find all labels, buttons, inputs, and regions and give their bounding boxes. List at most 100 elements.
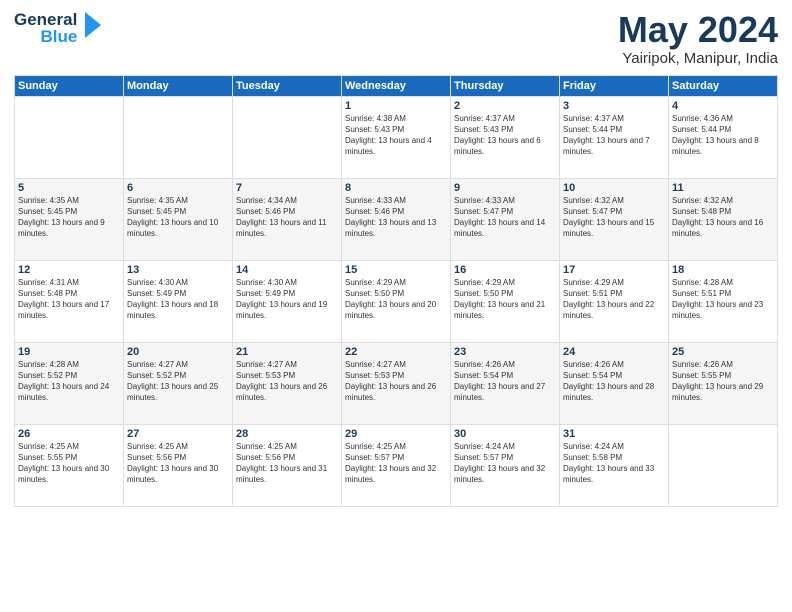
col-sunday: Sunday bbox=[15, 75, 124, 96]
day-info: Sunrise: 4:26 AMSunset: 5:54 PMDaylight:… bbox=[563, 359, 665, 404]
logo: General Blue bbox=[14, 10, 105, 45]
day-number: 4 bbox=[672, 100, 774, 112]
day-cell bbox=[15, 96, 124, 178]
day-info: Sunrise: 4:24 AMSunset: 5:58 PMDaylight:… bbox=[563, 441, 665, 486]
logo-icon bbox=[81, 10, 105, 45]
day-number: 25 bbox=[672, 346, 774, 358]
day-number: 2 bbox=[454, 100, 556, 112]
day-cell: 11Sunrise: 4:32 AMSunset: 5:48 PMDayligh… bbox=[669, 178, 778, 260]
location: Yairipok, Manipur, India bbox=[618, 50, 778, 67]
day-info: Sunrise: 4:31 AMSunset: 5:48 PMDaylight:… bbox=[18, 277, 120, 322]
day-cell: 14Sunrise: 4:30 AMSunset: 5:49 PMDayligh… bbox=[233, 260, 342, 342]
day-number: 8 bbox=[345, 182, 447, 194]
day-number: 17 bbox=[563, 264, 665, 276]
day-info: Sunrise: 4:38 AMSunset: 5:43 PMDaylight:… bbox=[345, 113, 447, 158]
day-number: 31 bbox=[563, 428, 665, 440]
day-cell: 13Sunrise: 4:30 AMSunset: 5:49 PMDayligh… bbox=[124, 260, 233, 342]
header-row: Sunday Monday Tuesday Wednesday Thursday… bbox=[15, 75, 778, 96]
day-info: Sunrise: 4:26 AMSunset: 5:54 PMDaylight:… bbox=[454, 359, 556, 404]
day-cell: 18Sunrise: 4:28 AMSunset: 5:51 PMDayligh… bbox=[669, 260, 778, 342]
day-info: Sunrise: 4:32 AMSunset: 5:47 PMDaylight:… bbox=[563, 195, 665, 240]
month-title: May 2024 bbox=[618, 10, 778, 50]
day-info: Sunrise: 4:32 AMSunset: 5:48 PMDaylight:… bbox=[672, 195, 774, 240]
day-cell: 21Sunrise: 4:27 AMSunset: 5:53 PMDayligh… bbox=[233, 342, 342, 424]
day-info: Sunrise: 4:25 AMSunset: 5:56 PMDaylight:… bbox=[127, 441, 229, 486]
day-info: Sunrise: 4:34 AMSunset: 5:46 PMDaylight:… bbox=[236, 195, 338, 240]
day-cell: 23Sunrise: 4:26 AMSunset: 5:54 PMDayligh… bbox=[451, 342, 560, 424]
col-wednesday: Wednesday bbox=[342, 75, 451, 96]
day-number: 14 bbox=[236, 264, 338, 276]
day-info: Sunrise: 4:27 AMSunset: 5:53 PMDaylight:… bbox=[345, 359, 447, 404]
day-number: 11 bbox=[672, 182, 774, 194]
day-number: 23 bbox=[454, 346, 556, 358]
day-cell bbox=[124, 96, 233, 178]
day-cell: 2Sunrise: 4:37 AMSunset: 5:43 PMDaylight… bbox=[451, 96, 560, 178]
day-info: Sunrise: 4:28 AMSunset: 5:52 PMDaylight:… bbox=[18, 359, 120, 404]
day-info: Sunrise: 4:36 AMSunset: 5:44 PMDaylight:… bbox=[672, 113, 774, 158]
day-number: 22 bbox=[345, 346, 447, 358]
day-cell: 16Sunrise: 4:29 AMSunset: 5:50 PMDayligh… bbox=[451, 260, 560, 342]
day-cell: 5Sunrise: 4:35 AMSunset: 5:45 PMDaylight… bbox=[15, 178, 124, 260]
col-monday: Monday bbox=[124, 75, 233, 96]
day-number: 29 bbox=[345, 428, 447, 440]
col-saturday: Saturday bbox=[669, 75, 778, 96]
calendar-container: General Blue May 2024 Yairipok, Manipur,… bbox=[0, 0, 792, 612]
calendar-table: Sunday Monday Tuesday Wednesday Thursday… bbox=[14, 75, 778, 507]
col-thursday: Thursday bbox=[451, 75, 560, 96]
day-number: 3 bbox=[563, 100, 665, 112]
day-cell: 25Sunrise: 4:26 AMSunset: 5:55 PMDayligh… bbox=[669, 342, 778, 424]
week-row-1: 1Sunrise: 4:38 AMSunset: 5:43 PMDaylight… bbox=[15, 96, 778, 178]
day-cell: 26Sunrise: 4:25 AMSunset: 5:55 PMDayligh… bbox=[15, 424, 124, 506]
logo-general: General bbox=[14, 11, 77, 28]
day-cell: 15Sunrise: 4:29 AMSunset: 5:50 PMDayligh… bbox=[342, 260, 451, 342]
day-cell: 9Sunrise: 4:33 AMSunset: 5:47 PMDaylight… bbox=[451, 178, 560, 260]
day-cell: 27Sunrise: 4:25 AMSunset: 5:56 PMDayligh… bbox=[124, 424, 233, 506]
day-cell: 7Sunrise: 4:34 AMSunset: 5:46 PMDaylight… bbox=[233, 178, 342, 260]
day-info: Sunrise: 4:25 AMSunset: 5:56 PMDaylight:… bbox=[236, 441, 338, 486]
day-info: Sunrise: 4:30 AMSunset: 5:49 PMDaylight:… bbox=[127, 277, 229, 322]
day-cell: 12Sunrise: 4:31 AMSunset: 5:48 PMDayligh… bbox=[15, 260, 124, 342]
day-number: 30 bbox=[454, 428, 556, 440]
day-cell: 30Sunrise: 4:24 AMSunset: 5:57 PMDayligh… bbox=[451, 424, 560, 506]
col-tuesday: Tuesday bbox=[233, 75, 342, 96]
day-info: Sunrise: 4:29 AMSunset: 5:50 PMDaylight:… bbox=[454, 277, 556, 322]
day-number: 18 bbox=[672, 264, 774, 276]
day-cell: 8Sunrise: 4:33 AMSunset: 5:46 PMDaylight… bbox=[342, 178, 451, 260]
day-info: Sunrise: 4:30 AMSunset: 5:49 PMDaylight:… bbox=[236, 277, 338, 322]
week-row-4: 19Sunrise: 4:28 AMSunset: 5:52 PMDayligh… bbox=[15, 342, 778, 424]
title-block: May 2024 Yairipok, Manipur, India bbox=[618, 10, 778, 67]
day-number: 16 bbox=[454, 264, 556, 276]
day-info: Sunrise: 4:29 AMSunset: 5:50 PMDaylight:… bbox=[345, 277, 447, 322]
day-number: 7 bbox=[236, 182, 338, 194]
week-row-3: 12Sunrise: 4:31 AMSunset: 5:48 PMDayligh… bbox=[15, 260, 778, 342]
day-info: Sunrise: 4:28 AMSunset: 5:51 PMDaylight:… bbox=[672, 277, 774, 322]
day-info: Sunrise: 4:24 AMSunset: 5:57 PMDaylight:… bbox=[454, 441, 556, 486]
day-info: Sunrise: 4:35 AMSunset: 5:45 PMDaylight:… bbox=[18, 195, 120, 240]
day-cell: 4Sunrise: 4:36 AMSunset: 5:44 PMDaylight… bbox=[669, 96, 778, 178]
day-cell: 17Sunrise: 4:29 AMSunset: 5:51 PMDayligh… bbox=[560, 260, 669, 342]
day-cell: 28Sunrise: 4:25 AMSunset: 5:56 PMDayligh… bbox=[233, 424, 342, 506]
day-number: 12 bbox=[18, 264, 120, 276]
day-info: Sunrise: 4:25 AMSunset: 5:57 PMDaylight:… bbox=[345, 441, 447, 486]
day-info: Sunrise: 4:33 AMSunset: 5:47 PMDaylight:… bbox=[454, 195, 556, 240]
day-cell: 24Sunrise: 4:26 AMSunset: 5:54 PMDayligh… bbox=[560, 342, 669, 424]
col-friday: Friday bbox=[560, 75, 669, 96]
day-number: 21 bbox=[236, 346, 338, 358]
day-cell: 19Sunrise: 4:28 AMSunset: 5:52 PMDayligh… bbox=[15, 342, 124, 424]
day-number: 6 bbox=[127, 182, 229, 194]
day-info: Sunrise: 4:37 AMSunset: 5:44 PMDaylight:… bbox=[563, 113, 665, 158]
day-number: 26 bbox=[18, 428, 120, 440]
day-cell: 31Sunrise: 4:24 AMSunset: 5:58 PMDayligh… bbox=[560, 424, 669, 506]
day-info: Sunrise: 4:35 AMSunset: 5:45 PMDaylight:… bbox=[127, 195, 229, 240]
day-number: 13 bbox=[127, 264, 229, 276]
day-number: 24 bbox=[563, 346, 665, 358]
header: General Blue May 2024 Yairipok, Manipur,… bbox=[14, 10, 778, 67]
logo-blue: Blue bbox=[40, 28, 77, 45]
day-number: 20 bbox=[127, 346, 229, 358]
day-number: 27 bbox=[127, 428, 229, 440]
day-cell bbox=[669, 424, 778, 506]
day-cell: 6Sunrise: 4:35 AMSunset: 5:45 PMDaylight… bbox=[124, 178, 233, 260]
day-cell: 1Sunrise: 4:38 AMSunset: 5:43 PMDaylight… bbox=[342, 96, 451, 178]
day-info: Sunrise: 4:27 AMSunset: 5:52 PMDaylight:… bbox=[127, 359, 229, 404]
day-number: 19 bbox=[18, 346, 120, 358]
